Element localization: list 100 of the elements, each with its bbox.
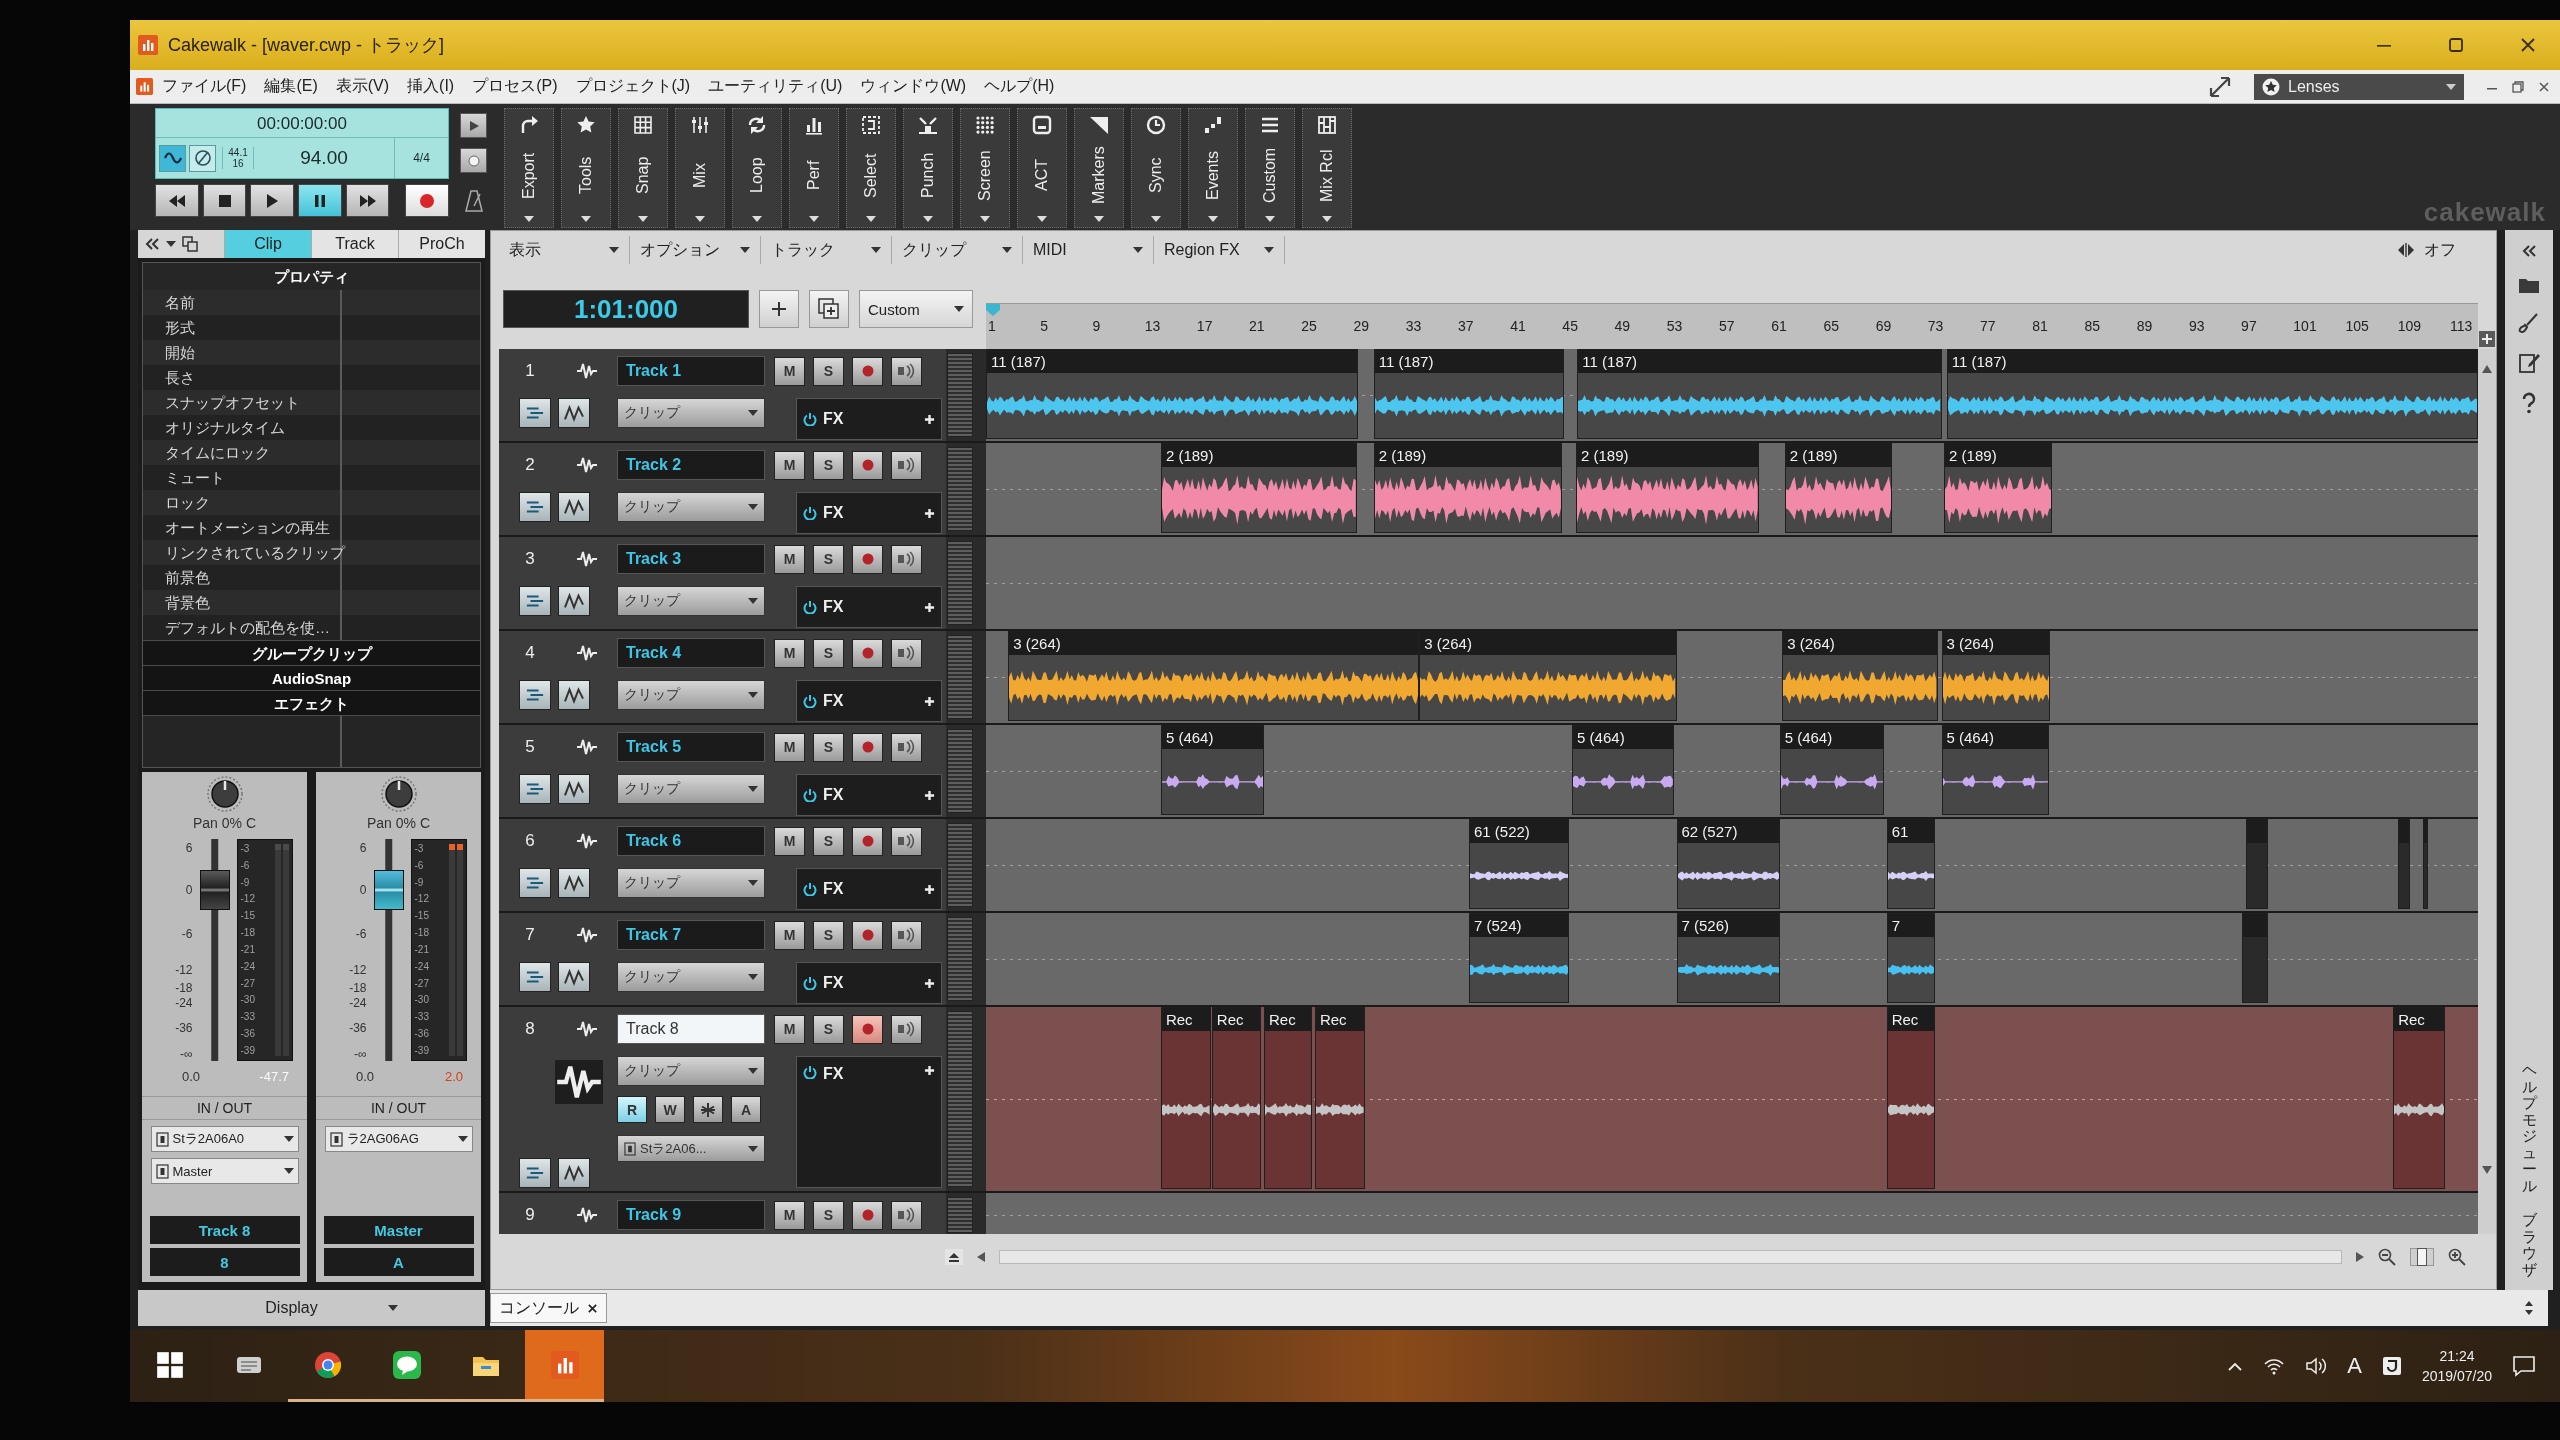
view-menu[interactable]: 表示 bbox=[499, 236, 630, 264]
track-name-field[interactable]: Track 5 bbox=[617, 732, 765, 762]
track-name-field[interactable]: Track 7 bbox=[617, 920, 765, 950]
fader-thumb[interactable] bbox=[199, 870, 230, 911]
toggle-button[interactable] bbox=[159, 144, 186, 172]
audio-clip[interactable] bbox=[2423, 819, 2429, 909]
plus-icon[interactable] bbox=[924, 601, 935, 613]
mute-button[interactable]: M bbox=[774, 638, 805, 668]
lanes-button[interactable] bbox=[519, 868, 551, 898]
module-button[interactable]: Tools bbox=[561, 108, 611, 228]
automation-lanes-button[interactable] bbox=[558, 680, 590, 710]
plus-icon[interactable] bbox=[924, 977, 935, 989]
menu-item[interactable]: 挿入(I) bbox=[398, 72, 464, 101]
rewind-button[interactable] bbox=[155, 184, 199, 217]
solo-button[interactable]: S bbox=[813, 826, 844, 856]
automation-button[interactable]: A bbox=[731, 1096, 761, 1123]
mode-dropdown[interactable]: クリップ bbox=[617, 586, 765, 616]
audio-clip[interactable]: 61 bbox=[1886, 819, 1935, 909]
property-label[interactable]: ロック bbox=[143, 490, 480, 515]
mute-button[interactable]: M bbox=[774, 1200, 805, 1230]
input-echo-button[interactable] bbox=[891, 732, 922, 762]
input-echo-button[interactable] bbox=[891, 1200, 922, 1230]
record-arm-button[interactable] bbox=[852, 1200, 883, 1230]
module-button[interactable]: Punch bbox=[903, 108, 953, 228]
solo-button[interactable]: S bbox=[813, 1014, 844, 1044]
notification-icon[interactable] bbox=[2512, 1355, 2536, 1377]
menu-item[interactable]: 編集(E) bbox=[255, 72, 327, 101]
output-dropdown[interactable]: Master bbox=[150, 1158, 299, 1184]
expand-icon[interactable] bbox=[2208, 74, 2232, 99]
zoom-slider[interactable] bbox=[2410, 1247, 2434, 1266]
mode-dropdown[interactable]: クリップ bbox=[617, 774, 765, 804]
mute-button[interactable]: M bbox=[774, 544, 805, 574]
record-arm-button[interactable] bbox=[852, 356, 883, 386]
mode-dropdown[interactable]: クリップ bbox=[617, 1056, 765, 1086]
duplicate-button[interactable] bbox=[809, 290, 849, 328]
lanes-button[interactable] bbox=[519, 492, 551, 522]
solo-button[interactable]: S bbox=[813, 1200, 844, 1230]
audio-clip[interactable]: 7 (526) bbox=[1676, 913, 1780, 1003]
view-menu[interactable]: クリップ bbox=[892, 236, 1023, 264]
audio-clip[interactable]: Rec bbox=[1314, 1007, 1365, 1189]
zoom-in-icon[interactable] bbox=[2448, 1247, 2466, 1266]
input-echo-button[interactable] bbox=[891, 356, 922, 386]
now-marker-icon[interactable] bbox=[986, 304, 1000, 316]
audio-clip[interactable]: 2 (189) bbox=[1373, 443, 1562, 533]
add-lane-icon[interactable] bbox=[2479, 331, 2495, 347]
automation-lanes-button[interactable] bbox=[558, 868, 590, 898]
console-tab[interactable]: コンソール bbox=[490, 1293, 607, 1323]
automation-lanes-button[interactable] bbox=[558, 962, 590, 992]
input-echo-button[interactable] bbox=[891, 826, 922, 856]
menu-item[interactable]: ファイル(F) bbox=[153, 72, 256, 101]
menu-item[interactable]: ユーティリティ(U) bbox=[699, 72, 852, 101]
audio-clip[interactable]: 62 (527) bbox=[1676, 819, 1780, 909]
mode-dropdown[interactable]: クリップ bbox=[617, 962, 765, 992]
fader-thumb[interactable] bbox=[373, 870, 404, 911]
view-menu[interactable]: トラック bbox=[761, 236, 892, 264]
side-panel-tab[interactable]: ブラウザ bbox=[2521, 1212, 2537, 1278]
audio-clip[interactable]: 5 (464) bbox=[1572, 725, 1674, 815]
record-arm-button[interactable] bbox=[852, 638, 883, 668]
menu-item[interactable]: プロセス(P) bbox=[463, 72, 567, 101]
audio-clip[interactable] bbox=[2241, 913, 2268, 1003]
inspector-tab[interactable]: Clip bbox=[224, 230, 311, 258]
record-arm-button[interactable] bbox=[852, 450, 883, 480]
property-label[interactable]: 開始 bbox=[143, 340, 480, 365]
inspector-tab[interactable]: ProCh bbox=[398, 230, 485, 258]
playback-option-button[interactable] bbox=[460, 113, 487, 138]
power-icon[interactable] bbox=[803, 694, 817, 708]
view-menu[interactable]: MIDI bbox=[1023, 236, 1154, 264]
audio-clip[interactable]: 3 (264) bbox=[1941, 631, 2050, 721]
audio-clip[interactable]: Rec bbox=[1886, 1007, 1935, 1189]
audio-clip[interactable]: 7 (524) bbox=[1468, 913, 1570, 1003]
audio-clip[interactable]: 5 (464) bbox=[1779, 725, 1885, 815]
now-time-field[interactable]: 1:01:000 bbox=[503, 290, 749, 328]
audio-clip[interactable]: 2 (189) bbox=[1784, 443, 1892, 533]
input-echo-button[interactable] bbox=[891, 920, 922, 950]
audio-clip[interactable]: 2 (189) bbox=[1944, 443, 2053, 533]
collapse-up-icon[interactable] bbox=[945, 1248, 963, 1265]
note-edit-icon[interactable] bbox=[2518, 352, 2540, 374]
module-button[interactable]: Snap bbox=[618, 108, 668, 228]
input-echo-button[interactable] bbox=[891, 544, 922, 574]
horizontal-scrollbar[interactable] bbox=[999, 1249, 2342, 1264]
zoom-out-icon[interactable] bbox=[2378, 1247, 2396, 1266]
track-name-field[interactable]: Track 3 bbox=[617, 544, 765, 574]
input-dropdown[interactable]: ラ2AG06AG bbox=[324, 1126, 473, 1152]
power-icon[interactable] bbox=[803, 600, 817, 614]
help-icon[interactable] bbox=[2521, 392, 2537, 414]
mute-button[interactable]: M bbox=[774, 826, 805, 856]
solo-button[interactable]: S bbox=[813, 450, 844, 480]
wifi-icon[interactable] bbox=[2263, 1356, 2286, 1376]
scroll-down-icon[interactable] bbox=[2482, 1166, 2492, 1174]
module-button[interactable]: Select bbox=[846, 108, 896, 228]
plus-icon[interactable] bbox=[924, 413, 935, 425]
view-menu[interactable]: オプション bbox=[630, 236, 761, 264]
audio-clip[interactable]: 7 bbox=[1886, 913, 1935, 1003]
scroll-right-icon[interactable] bbox=[2356, 1251, 2364, 1262]
mute-button[interactable]: M bbox=[774, 920, 805, 950]
module-button[interactable]: Markers bbox=[1074, 108, 1124, 228]
play-button[interactable] bbox=[250, 184, 294, 217]
close-icon[interactable] bbox=[2520, 37, 2536, 53]
plus-icon[interactable] bbox=[924, 789, 935, 801]
toggle-button[interactable] bbox=[189, 144, 216, 172]
